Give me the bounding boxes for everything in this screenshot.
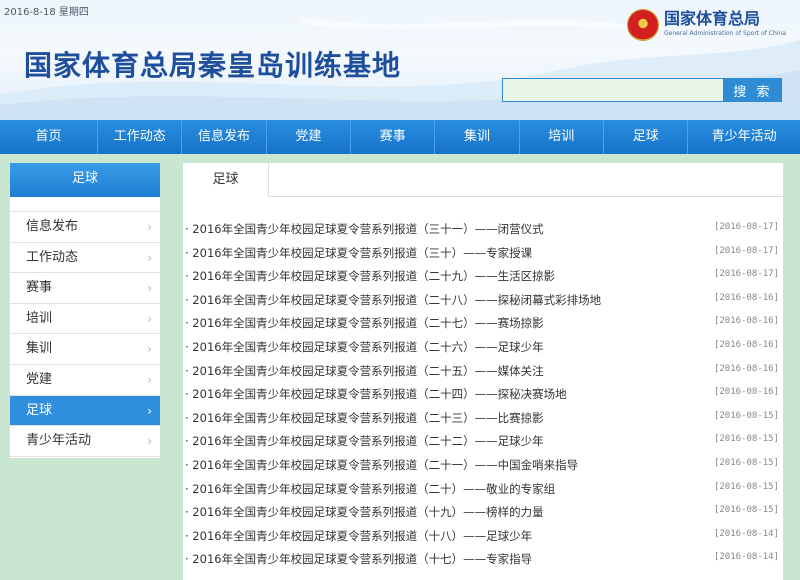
chevron-right-icon: › (147, 311, 152, 326)
chevron-right-icon: › (147, 434, 152, 449)
news-date: [2016-08-15] (713, 410, 779, 421)
sidebar-title: 足球 (10, 163, 160, 197)
news-title-link[interactable]: · 2016年全国青少年校园足球夏令营系列报道（二十四）——探秘决赛场地 (185, 387, 567, 401)
list-item: · 2016年全国青少年校园足球夏令营系列报道（二十八）——探秘闭幕式彩排场地 … (183, 287, 783, 311)
news-title-link[interactable]: · 2016年全国青少年校园足球夏令营系列报道（十八）——足球少年 (185, 529, 532, 543)
sidebar-item-label: 足球 (26, 402, 53, 418)
sidebar-item-events[interactable]: 赛事 › (10, 273, 160, 304)
main-nav: 首页 工作动态 信息发布 党建 赛事 集训 培训 足球 青少年活动 (0, 120, 800, 154)
sidebar-item-football[interactable]: 足球 › (10, 395, 160, 427)
list-item: · 2016年全国青少年校园足球夏令营系列报道（二十）——敬业的专家组 [201… (183, 476, 783, 500)
news-date: [2016-08-15] (713, 457, 779, 468)
news-date: [2016-08-16] (713, 363, 779, 374)
list-item: · 2016年全国青少年校园足球夏令营系列报道（三十）——专家授课 [2016-… (183, 240, 783, 264)
nav-item-youth-activities[interactable]: 青少年活动 (688, 120, 800, 154)
chevron-right-icon: › (147, 220, 152, 234)
sidebar: 足球 信息发布 › 工作动态 › 赛事 › 培训 › 集训 › 党建 › 足球 … (10, 163, 160, 458)
national-emblem-icon (628, 10, 658, 40)
news-title-link[interactable]: · 2016年全国青少年校园足球夏令营系列报道（三十一）——闭营仪式 (185, 222, 544, 236)
nav-item-training[interactable]: 培训 (520, 120, 604, 154)
news-title-link[interactable]: · 2016年全国青少年校园足球夏令营系列报道（二十）——敬业的专家组 (185, 482, 555, 496)
news-title-link[interactable]: · 2016年全国青少年校园足球夏令营系列报道（二十一）——中国金哨来指导 (185, 458, 578, 472)
sidebar-item-party[interactable]: 党建 › (10, 365, 160, 396)
news-date: [2016-08-16] (713, 292, 779, 303)
search-button[interactable]: 搜 索 (724, 78, 782, 102)
news-title-link[interactable]: · 2016年全国青少年校园足球夏令营系列报道（二十五）——媒体关注 (185, 364, 544, 378)
gasc-logo[interactable]: 国家体育总局 General Administration of Sport o… (628, 10, 788, 46)
site-title: 国家体育总局秦皇岛训练基地 (24, 49, 402, 82)
site-header: 2016-8-18 星期四 国家体育总局秦皇岛训练基地 国家体育总局 Gener… (0, 0, 800, 120)
list-item: · 2016年全国青少年校园足球夏令营系列报道（二十七）——赛场掠影 [2016… (183, 310, 783, 334)
sidebar-list: 信息发布 › 工作动态 › 赛事 › 培训 › 集训 › 党建 › 足球 › 青… (10, 211, 160, 457)
news-date: [2016-08-15] (713, 505, 779, 516)
list-item: · 2016年全国青少年校园足球夏令营系列报道（二十九）——生活区掠影 [201… (183, 263, 783, 287)
list-item: · 2016年全国青少年校园足球夏令营系列报道（二十六）——足球少年 [2016… (183, 334, 783, 358)
news-date: [2016-08-16] (713, 387, 779, 398)
list-item: · 2016年全国青少年校园足球夏令营系列报道（三十一）——闭营仪式 [2016… (183, 216, 783, 240)
sidebar-item-label: 信息发布 (26, 219, 79, 234)
sidebar-item-work-news[interactable]: 工作动态 › (10, 243, 160, 274)
news-date: [2016-08-17] (713, 269, 779, 280)
news-list: · 2016年全国青少年校园足球夏令营系列报道（三十一）——闭营仪式 [2016… (183, 216, 783, 570)
nav-item-party[interactable]: 党建 (267, 120, 351, 154)
list-item: · 2016年全国青少年校园足球夏令营系列报道（二十三）——比赛掠影 [2016… (183, 405, 783, 429)
sidebar-item-label: 集训 (26, 341, 53, 357)
news-title-link[interactable]: · 2016年全国青少年校园足球夏令营系列报道（十七）——专家指导 (185, 552, 532, 566)
tab-bar: 足球 (183, 163, 783, 197)
news-title-link[interactable]: · 2016年全国青少年校园足球夏令营系列报道（二十二）——足球少年 (185, 434, 544, 448)
news-date: [2016-08-14] (713, 528, 779, 539)
list-item: · 2016年全国青少年校园足球夏令营系列报道（二十五）——媒体关注 [2016… (183, 358, 783, 382)
sidebar-item-training[interactable]: 培训 › (10, 304, 160, 335)
main-content: 足球 · 2016年全国青少年校园足球夏令营系列报道（三十一）——闭营仪式 [2… (183, 163, 783, 580)
chevron-right-icon: › (147, 281, 152, 296)
news-date: [2016-08-16] (713, 339, 779, 350)
news-title-link[interactable]: · 2016年全国青少年校园足球夏令营系列报道（二十八）——探秘闭幕式彩排场地 (185, 293, 601, 307)
chevron-right-icon: › (147, 403, 152, 418)
chevron-right-icon: › (147, 250, 152, 265)
chevron-right-icon: › (147, 342, 152, 357)
news-date: [2016-08-16] (713, 316, 779, 327)
tab-football[interactable]: 足球 (183, 163, 269, 197)
nav-item-events[interactable]: 赛事 (351, 120, 436, 154)
list-item: · 2016年全国青少年校园足球夏令营系列报道（十九）——榜样的力量 [2016… (183, 499, 783, 523)
news-date: [2016-08-17] (713, 245, 779, 256)
sidebar-item-label: 赛事 (26, 280, 53, 296)
sidebar-item-label: 党建 (26, 371, 53, 387)
list-item: · 2016年全国青少年校园足球夏令营系列报道（二十一）——中国金哨来指导 [2… (183, 452, 783, 476)
nav-item-home[interactable]: 首页 (0, 120, 99, 154)
current-date: 2016-8-18 星期四 (4, 7, 89, 18)
logo-cn-text: 国家体育总局 (664, 9, 761, 28)
news-date: [2016-08-15] (713, 481, 779, 492)
news-title-link[interactable]: · 2016年全国青少年校园足球夏令营系列报道（三十）——专家授课 (185, 246, 532, 260)
list-item: · 2016年全国青少年校园足球夏令营系列报道（十八）——足球少年 [2016-… (183, 523, 783, 547)
news-date: [2016-08-17] (713, 222, 779, 232)
list-item: · 2016年全国青少年校园足球夏令营系列报道（二十二）——足球少年 [2016… (183, 428, 783, 452)
nav-item-training-camp[interactable]: 集训 (435, 120, 520, 154)
news-title-link[interactable]: · 2016年全国青少年校园足球夏令营系列报道（十九）——榜样的力量 (185, 505, 544, 519)
nav-item-football[interactable]: 足球 (604, 120, 689, 154)
logo-text: 国家体育总局 General Administration of Sport o… (664, 10, 786, 38)
nav-item-work-news[interactable]: 工作动态 (98, 120, 183, 154)
news-date: [2016-08-15] (713, 434, 779, 445)
list-item: · 2016年全国青少年校园足球夏令营系列报道（二十四）——探秘决赛场地 [20… (183, 381, 783, 405)
sidebar-item-label: 青少年活动 (26, 433, 92, 449)
list-item: · 2016年全国青少年校园足球夏令营系列报道（十七）——专家指导 [2016-… (183, 546, 783, 570)
news-title-link[interactable]: · 2016年全国青少年校园足球夏令营系列报道（二十六）——足球少年 (185, 340, 544, 354)
news-title-link[interactable]: · 2016年全国青少年校园足球夏令营系列报道（二十七）——赛场掠影 (185, 316, 544, 330)
sidebar-item-label: 培训 (26, 310, 53, 326)
sidebar-item-info-release[interactable]: 信息发布 › (10, 212, 160, 243)
search-input[interactable] (502, 78, 724, 102)
sidebar-item-label: 工作动态 (26, 249, 79, 265)
sidebar-item-training-camp[interactable]: 集训 › (10, 334, 160, 365)
sidebar-item-youth-activities[interactable]: 青少年活动 › (10, 426, 160, 457)
news-title-link[interactable]: · 2016年全国青少年校园足球夏令营系列报道（二十三）——比赛掠影 (185, 411, 544, 425)
news-title-link[interactable]: · 2016年全国青少年校园足球夏令营系列报道（二十九）——生活区掠影 (185, 269, 555, 283)
nav-item-info-release[interactable]: 信息发布 (182, 120, 267, 154)
logo-en-text: General Administration of Sport of China (664, 30, 786, 37)
news-date: [2016-08-14] (713, 552, 779, 563)
chevron-right-icon: › (147, 372, 152, 387)
